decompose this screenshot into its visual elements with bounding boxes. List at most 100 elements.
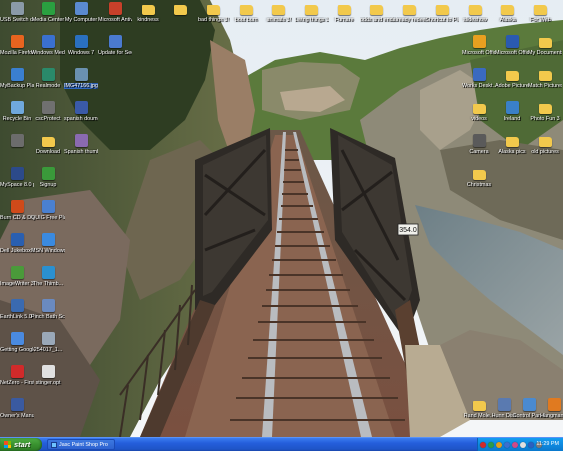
desktop-icon-label: Update for Secr... [98,50,132,56]
tray-icon[interactable] [480,441,486,448]
tray-icon[interactable] [512,441,518,448]
desktop-icon-label: For Web [530,17,551,23]
desktop-icon[interactable]: Adobe Pictures Flow panels [495,68,529,102]
desktop-icon[interactable]: bad things 3! [196,2,230,36]
desktop-icon[interactable]: Recycle Bin [0,101,34,135]
desktop-icon[interactable]: cscProtect [31,101,65,135]
desktop-icon[interactable]: Pinch Bath Scooter V... [31,299,65,333]
desktop-icon[interactable]: MyBackup Player [0,68,34,102]
desktop-icon[interactable]: IMG47166.jpg [64,68,98,102]
desktop-icon[interactable]: spanish doumend [64,101,98,135]
desktop-icon[interactable]: The Thimb... [31,266,65,300]
desktop-icon[interactable]: QUIG Free Player [31,200,65,234]
desktop-icon-label: spanish doumend [64,116,98,122]
desktop-icon[interactable] [0,134,34,168]
desktop-icon[interactable]: Photo Fun 3 [528,101,562,135]
desktop-icon[interactable]: Signup [31,167,65,201]
desktop-icon[interactable]: Getting Google... [0,332,34,366]
desktop-icon[interactable]: videos [462,101,496,135]
desktop-icon-label: Pinch Bath Scooter V... [31,314,65,320]
tray-icon[interactable] [488,441,494,448]
desktop-icon[interactable]: Camera [462,134,496,168]
desktop-icon[interactable]: bout burn [229,2,263,36]
csc-protect-icon [41,101,55,114]
word-icon [505,35,519,48]
desktop-icon[interactable]: My Computer [64,2,98,36]
desktop-icon[interactable]: Works Deskt... Clean Desk [462,68,496,102]
desktop-icon[interactable]: animals 3! [262,2,296,36]
tray-icon[interactable] [504,441,510,448]
start-button[interactable]: start [0,438,42,451]
pictures-shortcut-icon [435,5,449,15]
desktop-icon[interactable]: stinger.opt [31,365,65,399]
paint-shop-pro-icon [51,441,57,448]
desktop-icon[interactable]: Match Pictures [528,68,562,102]
desktop-icon-label: animals 3! [266,17,292,23]
msn-icon [41,233,55,246]
desktop-icon[interactable]: Alaska pics [495,134,529,168]
desktop-icon[interactable]: kindness [131,2,165,36]
desktop-icon[interactable]: ImageWriter 3.01 [0,266,34,300]
desktop-icon[interactable]: For Web [523,2,557,36]
desktop-icon[interactable]: Download [31,134,65,168]
folder-icon [403,5,417,15]
myspace-icon [10,167,24,180]
desktop-icon[interactable]: NetZero - First Month Free [0,365,34,399]
desktop-icon[interactable]: Hangman... [537,398,563,432]
desktop-icon[interactable]: Microsoft Office W... [495,35,529,69]
desktop-icon[interactable]: Living things 3!! [295,2,329,36]
desktop-icon-label: MySpace 8.0 pleased [0,182,34,188]
desktop-icon[interactable]: Mozilla Firefox [0,35,34,69]
desktop-icon-label: Adobe Pictures Flow panels [495,83,529,89]
folder-icon [538,104,552,114]
desktop-icon[interactable]: Fumare [327,2,361,36]
desktop-icon[interactable]: Shortcut to Pictures [425,2,459,36]
desktop-icon[interactable]: Microsoft Antivirus Sc [98,2,132,36]
desktop-icon-label: MSN Windows... [31,248,65,254]
taskbar-button-paint-shop-pro[interactable]: Jasc Paint Shop Pro [47,439,115,450]
desktop-icon-label: kindness [137,17,159,23]
desktop-icon[interactable]: Dell Jukebox by musicmatch [0,233,34,267]
desktop-icon-label: Match Pictures [528,83,562,89]
desktop-icon-label: Microsoft Office W... [495,50,529,56]
media-center-icon [41,2,55,15]
folder-icon [239,5,253,15]
desktop-icon[interactable]: Windows Media Player [31,35,65,69]
desktop-icon[interactable]: odds and ends [360,2,394,36]
desktop-icon[interactable]: Microsoft Office Outl... [462,35,496,69]
desktop-icon[interactable]: My Documents [528,35,562,69]
desktop-icon[interactable]: MSN Windows... [31,233,65,267]
desktop-icon-label: IMG47166.jpg [64,83,98,89]
desktop-icon[interactable]: slideshow [458,2,492,36]
folder-icon [141,5,155,15]
desktop-icon[interactable]: MySpace 8.0 pleased [0,167,34,201]
tray-icon[interactable] [496,441,502,448]
desktop-icon-label: Windows Media Player [31,50,65,56]
desktop-icon-label: Realmode [35,83,61,89]
desktop-icon[interactable]: Spanish thumbed.gif [64,134,98,168]
desktop-icon[interactable]: 254017_1... [31,332,65,366]
desktop-icon[interactable]: EarthLink 5.0 Places list [0,299,34,333]
desktop-icon[interactable]: USB Switch control [0,2,34,36]
desktop-icon[interactable]: Update for Secr... [98,35,132,69]
tray-icon[interactable] [528,441,534,448]
desktop-icon[interactable]: Windows 7 [64,35,98,69]
desktop-icon[interactable]: Christmas [462,167,496,201]
desktop-icon[interactable]: Ireland [495,101,529,135]
desktop-icon[interactable]: already redeed [393,2,427,36]
desktop-icon[interactable]: Realmode [31,68,65,102]
usb-switch-icon [10,2,24,15]
tray-icon[interactable] [520,441,526,448]
antivirus-icon [108,2,122,15]
desktop-icon[interactable]: Media Center [31,2,65,36]
desktop-icon-label: bout burn [234,17,258,23]
desktop-icon-label: NetZero - First Month Free [0,380,34,386]
desktop-icon-label: slideshow [463,17,487,23]
desktop-icon[interactable]: Owner's Manual [0,398,34,432]
desktop-icon[interactable]: old pictures [528,134,562,168]
desktop-icon[interactable] [164,2,198,36]
desktop-icon[interactable]: Burn CD & DVDs with [0,200,34,234]
quig-player-icon [41,200,55,213]
clock[interactable]: 11:29 PM [536,441,559,447]
desktop-icon[interactable]: Alaska [491,2,525,36]
